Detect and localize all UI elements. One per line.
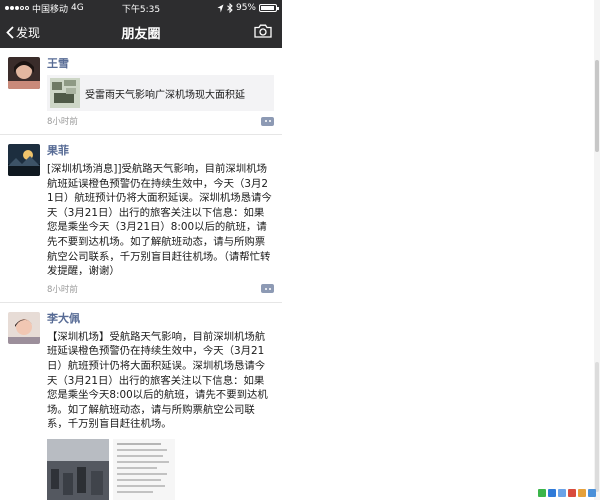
carrier-name: 中国移动 (32, 4, 69, 15)
battery-level (261, 6, 275, 10)
post-images (47, 438, 274, 500)
author-name[interactable]: 王雪 (47, 57, 274, 71)
comment-button[interactable] (261, 116, 274, 126)
battery-percent: 95% (235, 3, 256, 13)
feed-post: 果菲 [深圳机场消息]]受航路天气影响，目前深圳机场航班延误橙色预警仍在持续生效… (0, 135, 282, 303)
back-label: 发现 (16, 25, 41, 40)
author-name[interactable]: 李大佩 (47, 312, 274, 326)
author-name[interactable]: 果菲 (47, 144, 274, 158)
chevron-left-icon (6, 25, 14, 39)
tray-icons (538, 489, 596, 497)
more-dots-icon (264, 287, 267, 290)
tray-app-icon[interactable] (538, 489, 546, 497)
avatar[interactable] (8, 57, 40, 89)
post-time: 8小时前 (47, 117, 78, 127)
tray-app-icon[interactable] (548, 489, 556, 497)
post-meta: 8小时前 (47, 283, 274, 295)
battery-icon (259, 4, 279, 12)
post-body: 王雪 受雷雨天气影响广深机场现大面积延 8小时前 (47, 57, 274, 127)
moments-feed: 王雪 受雷雨天气影响广深机场现大面积延 8小时前 果菲 [深圳机场消息]]受航路… (0, 48, 282, 500)
signal-strength-icon (5, 6, 29, 10)
bluetooth-icon (227, 3, 233, 13)
post-text: 【深圳机场】受航路天气影响，目前深圳机场航班延误橙色预警仍在持续生效中，今天（3… (47, 330, 268, 431)
page-title: 朋友圈 (121, 26, 161, 42)
post-image[interactable] (47, 438, 109, 500)
feed-post: 李大佩 【深圳机场】受航路天气影响，目前深圳机场航班延误橙色预警仍在持续生效中，… (0, 303, 282, 500)
location-icon (217, 4, 224, 12)
post-meta: 8小时前 (47, 115, 274, 127)
post-text: [深圳机场消息]]受航路天气影响，目前深圳机场航班延误橙色预警仍在持续生效中，今… (47, 163, 272, 278)
comment-button[interactable] (261, 284, 274, 294)
shared-link-card[interactable]: 受雷雨天气影响广深机场现大面积延 (47, 75, 274, 111)
status-right: 95% (217, 3, 279, 13)
tray-app-icon[interactable] (568, 489, 576, 497)
more-dots-icon (264, 120, 267, 122)
back-button[interactable]: 发现 (0, 24, 40, 41)
scrollbar-thumb[interactable] (595, 60, 599, 152)
post-image[interactable] (113, 438, 175, 500)
avatar[interactable] (8, 311, 40, 344)
tray-app-icon[interactable] (578, 489, 586, 497)
link-title: 受雷雨天气影响广深机场现大面积延 (85, 89, 245, 101)
feed-post: 王雪 受雷雨天气影响广深机场现大面积延 8小时前 (0, 48, 282, 135)
camera-button[interactable] (254, 23, 272, 42)
avatar[interactable] (8, 144, 40, 176)
status-left: 中国移动 4G (5, 2, 84, 15)
tray-app-icon[interactable] (588, 489, 596, 497)
status-bar: 中国移动 4G 下午5:35 95% (0, 0, 282, 16)
network-type: 4G (71, 3, 84, 13)
tray-app-icon[interactable] (558, 489, 566, 497)
link-thumbnail (50, 78, 80, 108)
post-time: 8小时前 (47, 284, 78, 295)
camera-icon (254, 24, 272, 38)
post-body: 果菲 [深圳机场消息]]受航路天气影响，目前深圳机场航班延误橙色预警仍在持续生效… (47, 144, 274, 295)
post-body: 李大佩 【深圳机场】受航路天气影响，目前深圳机场航班延误橙色预警仍在持续生效中，… (47, 312, 274, 500)
phone-screen: 中国移动 4G 下午5:35 95% 发现 朋友圈 王雪 受雷雨天气影响广深机场… (0, 0, 282, 500)
nav-bar: 发现 朋友圈 (0, 16, 282, 48)
scrollbar-thumb-secondary[interactable] (595, 362, 599, 492)
